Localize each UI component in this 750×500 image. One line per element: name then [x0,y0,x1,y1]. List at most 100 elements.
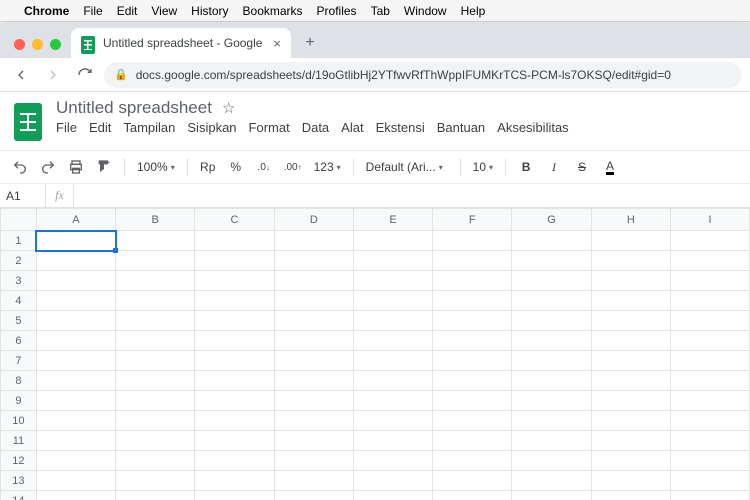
cell[interactable] [274,271,353,291]
mac-menu-edit[interactable]: Edit [117,4,138,18]
cell[interactable] [274,371,353,391]
cell[interactable] [353,311,432,331]
cell[interactable] [512,351,591,371]
cell[interactable] [353,231,432,251]
cell[interactable] [671,231,750,251]
forward-button[interactable] [40,62,66,88]
menu-insert[interactable]: Sisipkan [187,120,236,135]
column-header[interactable]: I [671,209,750,231]
mac-menu-profiles[interactable]: Profiles [317,4,357,18]
menu-view[interactable]: Tampilan [123,120,175,135]
cell[interactable] [671,451,750,471]
cell[interactable] [433,431,512,451]
column-header[interactable]: C [195,209,274,231]
cell[interactable] [274,411,353,431]
cell[interactable] [591,371,670,391]
cell[interactable] [116,411,195,431]
cell[interactable] [433,451,512,471]
mac-menu-view[interactable]: View [151,4,177,18]
cell[interactable] [195,411,274,431]
sheets-logo-icon[interactable] [10,98,46,146]
name-box[interactable]: A1 [0,184,46,207]
cell[interactable] [433,311,512,331]
cell[interactable] [116,371,195,391]
cell[interactable] [433,371,512,391]
cell[interactable] [274,251,353,271]
cell[interactable] [195,271,274,291]
cell[interactable] [116,431,195,451]
cell[interactable] [353,291,432,311]
column-header[interactable]: B [116,209,195,231]
cell[interactable] [512,471,591,491]
cell[interactable] [433,231,512,251]
cell[interactable] [433,271,512,291]
row-header[interactable]: 4 [1,291,37,311]
cell[interactable] [353,391,432,411]
row-header[interactable]: 6 [1,331,37,351]
row-header[interactable]: 1 [1,231,37,251]
cell[interactable] [353,411,432,431]
cell[interactable] [195,431,274,451]
cell[interactable] [433,491,512,500]
cell[interactable] [671,491,750,500]
cell[interactable] [353,451,432,471]
cell[interactable] [116,471,195,491]
cell[interactable] [116,271,195,291]
cell[interactable] [274,471,353,491]
menu-file[interactable]: File [56,120,77,135]
cell[interactable] [512,451,591,471]
cell[interactable] [671,431,750,451]
document-title[interactable]: Untitled spreadsheet [56,98,212,118]
cell[interactable] [671,331,750,351]
cell[interactable] [353,251,432,271]
back-button[interactable] [8,62,34,88]
strikethrough-button[interactable]: S [570,155,594,179]
cell[interactable] [274,311,353,331]
row-header[interactable]: 7 [1,351,37,371]
cell[interactable] [591,411,670,431]
cell[interactable] [274,451,353,471]
mac-menu-file[interactable]: File [83,4,102,18]
menu-help[interactable]: Bantuan [437,120,485,135]
cell[interactable] [591,431,670,451]
row-header[interactable]: 14 [1,491,37,500]
cell[interactable] [116,491,195,500]
cell[interactable] [591,451,670,471]
cell[interactable] [274,351,353,371]
cell[interactable] [36,471,115,491]
column-header[interactable]: F [433,209,512,231]
formula-input[interactable] [74,184,750,207]
cell[interactable] [591,251,670,271]
mac-menu-help[interactable]: Help [461,4,486,18]
cell[interactable] [353,491,432,500]
cell[interactable] [591,291,670,311]
menu-data[interactable]: Data [302,120,329,135]
cell[interactable] [671,351,750,371]
cell[interactable] [671,411,750,431]
decrease-decimal-button[interactable]: .0↓ [252,155,276,179]
cell[interactable] [274,291,353,311]
cell[interactable] [36,271,115,291]
row-header[interactable]: 9 [1,391,37,411]
column-header[interactable]: H [591,209,670,231]
cell[interactable] [36,311,115,331]
cell[interactable] [512,491,591,500]
cell[interactable] [353,371,432,391]
cell[interactable] [591,471,670,491]
cell[interactable] [36,391,115,411]
cell[interactable] [274,491,353,500]
cell[interactable] [36,351,115,371]
cell[interactable] [116,251,195,271]
cell[interactable] [512,311,591,331]
cell[interactable] [36,331,115,351]
cell[interactable] [195,331,274,351]
cell[interactable] [433,331,512,351]
menu-format[interactable]: Format [249,120,290,135]
cell[interactable] [433,411,512,431]
close-window-button[interactable] [14,39,25,50]
cell[interactable] [512,251,591,271]
cell[interactable] [195,311,274,331]
browser-tab[interactable]: Untitled spreadsheet - Google × [71,28,291,58]
row-header[interactable]: 8 [1,371,37,391]
cell[interactable] [274,431,353,451]
